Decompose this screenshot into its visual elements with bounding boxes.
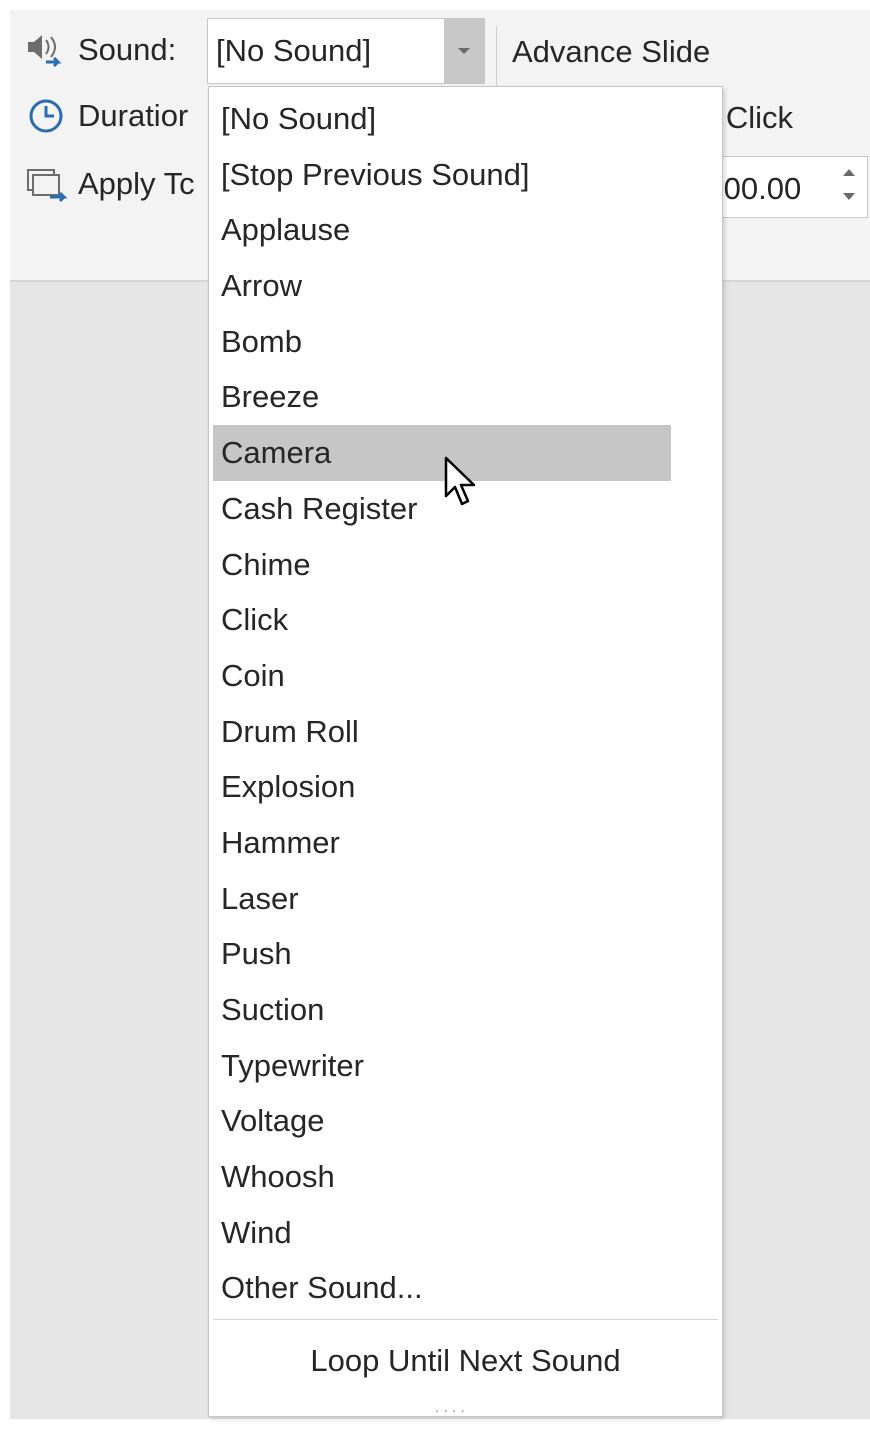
sound-option[interactable]: Click — [213, 592, 671, 648]
apply-to-all-icon — [24, 164, 72, 204]
duration-row: Duratior — [24, 96, 188, 136]
sound-option[interactable]: Whoosh — [213, 1149, 671, 1205]
menu-separator — [213, 1319, 718, 1320]
sound-dropdown[interactable]: [No Sound] — [207, 18, 485, 84]
sound-options-list: [No Sound] [Stop Previous Sound] Applaus… — [213, 91, 718, 1316]
advance-slide-heading: Advance Slide — [512, 34, 711, 69]
dropdown-arrow-button[interactable] — [444, 19, 484, 83]
sound-option[interactable]: Breeze — [213, 369, 671, 425]
sound-dropdown-menu: [No Sound] [Stop Previous Sound] Applaus… — [208, 86, 723, 1417]
other-sound-option[interactable]: Other Sound... — [213, 1260, 671, 1316]
sound-option-hovered[interactable]: Camera — [213, 425, 671, 481]
clock-icon — [24, 96, 72, 136]
speaker-icon — [24, 30, 72, 70]
sound-option[interactable]: Wind — [213, 1205, 671, 1261]
sound-option[interactable]: Push — [213, 926, 671, 982]
sound-option[interactable]: [No Sound] — [213, 91, 671, 147]
sound-option[interactable]: Drum Roll — [213, 704, 671, 760]
apply-to-all-row[interactable]: Apply Tc — [24, 164, 195, 204]
sound-row: Sound: — [24, 30, 176, 70]
chevron-down-icon — [458, 48, 470, 54]
mouse-pointer-icon — [444, 456, 478, 517]
sound-option[interactable]: Arrow — [213, 258, 671, 314]
sound-option[interactable]: Bomb — [213, 314, 671, 370]
duration-label: Duratior — [78, 98, 189, 133]
spin-up-icon[interactable] — [843, 169, 855, 176]
spin-down-icon[interactable] — [843, 193, 855, 200]
apply-to-all-label: Apply Tc — [78, 166, 195, 201]
sound-option[interactable]: Voltage — [213, 1093, 671, 1149]
sound-label: Sound: — [78, 32, 177, 67]
loop-until-next-sound-option[interactable]: Loop Until Next Sound — [213, 1333, 718, 1389]
time-spinner[interactable] — [841, 167, 857, 207]
sound-option[interactable]: Hammer — [213, 815, 671, 871]
sound-option[interactable]: [Stop Previous Sound] — [213, 147, 671, 203]
resize-grip[interactable]: .... — [435, 1399, 469, 1417]
sound-option[interactable]: Laser — [213, 871, 671, 927]
group-divider — [496, 26, 497, 86]
sound-option[interactable]: Cash Register — [213, 481, 671, 537]
sound-option[interactable]: Typewriter — [213, 1038, 671, 1094]
after-time-value: :00.00 — [715, 171, 802, 206]
sound-option[interactable]: Explosion — [213, 759, 671, 815]
after-time-input[interactable]: :00.00 — [700, 156, 868, 218]
sound-option[interactable]: Applause — [213, 202, 671, 258]
sound-option[interactable]: Chime — [213, 537, 671, 593]
sound-option[interactable]: Suction — [213, 982, 671, 1038]
sound-selected-value: [No Sound] — [216, 33, 372, 68]
sound-option[interactable]: Coin — [213, 648, 671, 704]
